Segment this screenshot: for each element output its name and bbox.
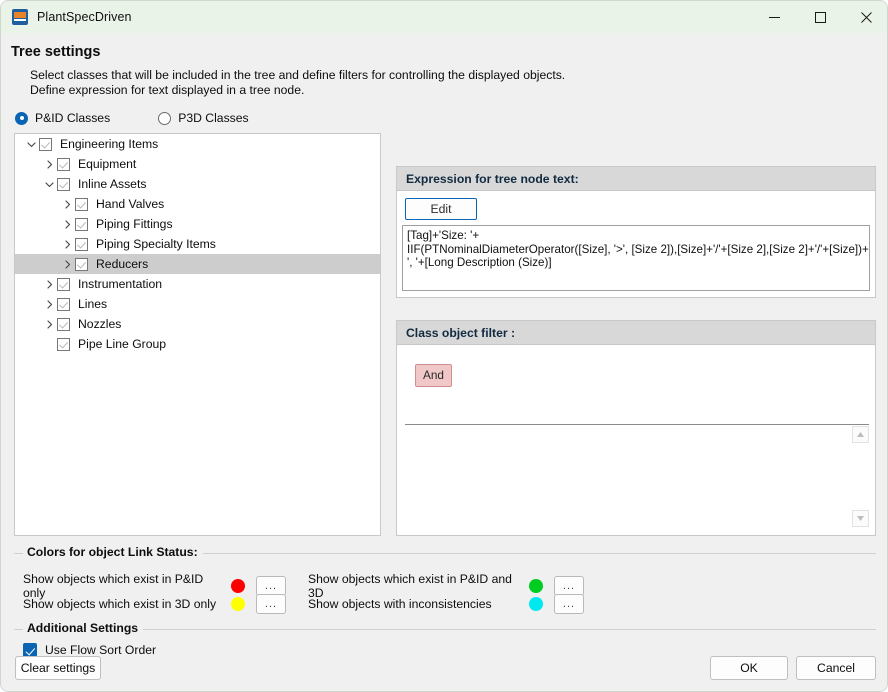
close-icon[interactable] — [843, 1, 887, 33]
radio-p3d-classes-indicator — [158, 111, 172, 125]
tree-node[interactable]: Instrumentation — [15, 274, 380, 294]
use-flow-sort-order-checkbox[interactable]: Use Flow Sort Order — [23, 643, 156, 657]
tree-node-label: Inline Assets — [78, 177, 147, 191]
chevron-right-icon[interactable] — [41, 156, 57, 172]
chevron-right-icon[interactable] — [59, 216, 75, 232]
color-picker-button-inconsistencies[interactable]: ... — [554, 594, 584, 614]
color-picker-button-pid-only[interactable]: ... — [256, 576, 286, 596]
page-description: Select classes that will be included in … — [30, 68, 566, 97]
radio-pid-classes-label: P&ID Classes — [35, 111, 111, 125]
tree-node-checkbox[interactable] — [75, 197, 88, 211]
tree-node[interactable]: Reducers — [15, 254, 380, 274]
tree-node-label: Instrumentation — [78, 277, 163, 291]
tree-node-checkbox[interactable] — [57, 297, 70, 311]
scroll-up-icon[interactable] — [852, 426, 869, 443]
color-swatch-inconsistencies — [529, 597, 543, 611]
color-row-inconsistencies: Show objects with inconsistencies ... — [308, 594, 584, 614]
class-object-filter-header: Class object filter : — [397, 321, 875, 345]
colors-group-legend: Colors for object Link Status: — [23, 545, 203, 559]
tree-node[interactable]: Pipe Line Group — [15, 334, 380, 354]
expression-header: Expression for tree node text: — [397, 167, 875, 191]
filter-result-list[interactable] — [405, 426, 869, 527]
class-object-filter-group: Class object filter : And — [396, 320, 876, 536]
use-flow-sort-order-indicator — [23, 643, 37, 657]
tree-node-checkbox[interactable] — [57, 177, 70, 191]
page-title: Tree settings — [11, 44, 101, 60]
use-flow-sort-order-label: Use Flow Sort Order — [45, 643, 157, 657]
chevron-right-icon[interactable] — [59, 256, 75, 272]
filter-list-scrollbar[interactable] — [852, 426, 869, 527]
expression-textarea[interactable]: [Tag]+'Size: '+ IIF(PTNominalDiameterOpe… — [402, 225, 870, 291]
additional-group-divider — [14, 629, 876, 630]
chevron-right-icon[interactable] — [41, 276, 57, 292]
tree-node-label: Nozzles — [78, 317, 122, 331]
color-row-3d-only: Show objects which exist in 3D only ... — [23, 594, 286, 614]
additional-group-legend: Additional Settings — [23, 621, 144, 635]
color-swatch-pid-only — [231, 579, 245, 593]
radio-p3d-classes-label: P3D Classes — [178, 111, 249, 125]
application-window: PlantSpecDriven Tree settings Select cla… — [0, 0, 888, 692]
tree-node-checkbox[interactable] — [75, 217, 88, 231]
tree-node[interactable]: Piping Fittings — [15, 214, 380, 234]
tree-node[interactable]: Lines — [15, 294, 380, 314]
tree-node-checkbox[interactable] — [57, 317, 70, 331]
tree-node[interactable]: Piping Specialty Items — [15, 234, 380, 254]
radio-pid-classes-indicator — [15, 111, 28, 125]
class-tree[interactable]: Engineering Items Equipment Inline Assets H… — [14, 133, 381, 536]
class-mode-radio-group: P&ID Classes P3D Classes — [15, 111, 297, 125]
tree-node-label: Equipment — [78, 157, 137, 171]
color-swatch-pid-and-3d — [529, 579, 543, 593]
tree-node-label: Piping Specialty Items — [96, 237, 216, 251]
color-picker-button-3d-only[interactable]: ... — [256, 594, 286, 614]
chevron-right-icon[interactable] — [41, 296, 57, 312]
edit-expression-button[interactable]: Edit — [405, 198, 477, 220]
tree-node-label: Hand Valves — [96, 197, 165, 211]
chevron-down-icon[interactable] — [41, 176, 57, 192]
chevron-right-icon[interactable] — [59, 196, 75, 212]
tree-node-label: Pipe Line Group — [78, 337, 167, 351]
tree-node-checkbox[interactable] — [75, 237, 88, 251]
chevron-right-icon[interactable] — [41, 316, 57, 332]
tree-node-label: Piping Fittings — [96, 217, 173, 231]
tree-node[interactable]: Equipment — [15, 154, 380, 174]
title-bar: PlantSpecDriven — [1, 1, 887, 33]
tree-node-checkbox[interactable] — [39, 137, 52, 151]
tree-node-checkbox[interactable] — [57, 157, 70, 171]
tree-node-checkbox[interactable] — [75, 257, 88, 271]
window-title: PlantSpecDriven — [37, 10, 132, 24]
tree-node-label: Lines — [78, 297, 108, 311]
chevron-down-icon[interactable] — [23, 136, 39, 152]
color-picker-button-pid-and-3d[interactable]: ... — [554, 576, 584, 596]
tree-node-checkbox[interactable] — [57, 277, 70, 291]
minimize-icon[interactable] — [751, 1, 797, 33]
tree-node[interactable]: Hand Valves — [15, 194, 380, 214]
tree-node-checkbox[interactable] — [57, 337, 70, 351]
cancel-button[interactable]: Cancel — [796, 656, 876, 680]
dialog-body: Tree settings Select classes that will b… — [1, 33, 887, 691]
window-controls — [751, 1, 887, 33]
app-icon — [12, 9, 28, 25]
tree-node[interactable]: Inline Assets — [15, 174, 380, 194]
radio-p3d-classes[interactable]: P3D Classes — [158, 111, 249, 125]
filter-expression-area[interactable]: And — [405, 351, 869, 425]
clear-settings-button[interactable]: Clear settings — [15, 656, 101, 680]
ok-button[interactable]: OK — [710, 656, 788, 680]
radio-pid-classes[interactable]: P&ID Classes — [15, 111, 110, 125]
color-label-3d-only: Show objects which exist in 3D only — [23, 597, 217, 611]
scroll-down-icon[interactable] — [852, 510, 869, 527]
maximize-icon[interactable] — [797, 1, 843, 33]
expression-group: Expression for tree node text: Edit [Tag… — [396, 166, 876, 298]
tree-node[interactable]: Nozzles — [15, 314, 380, 334]
color-label-inconsistencies: Show objects with inconsistencies — [308, 597, 492, 611]
tree-node-label: Engineering Items — [60, 137, 159, 151]
filter-and-chip[interactable]: And — [415, 364, 452, 387]
link-status-colors-group: Colors for object Link Status: Show obje… — [14, 545, 876, 615]
tree-node[interactable]: Engineering Items — [15, 134, 380, 154]
color-swatch-3d-only — [231, 597, 245, 611]
tree-node-label: Reducers — [96, 257, 149, 271]
chevron-right-icon[interactable] — [59, 236, 75, 252]
